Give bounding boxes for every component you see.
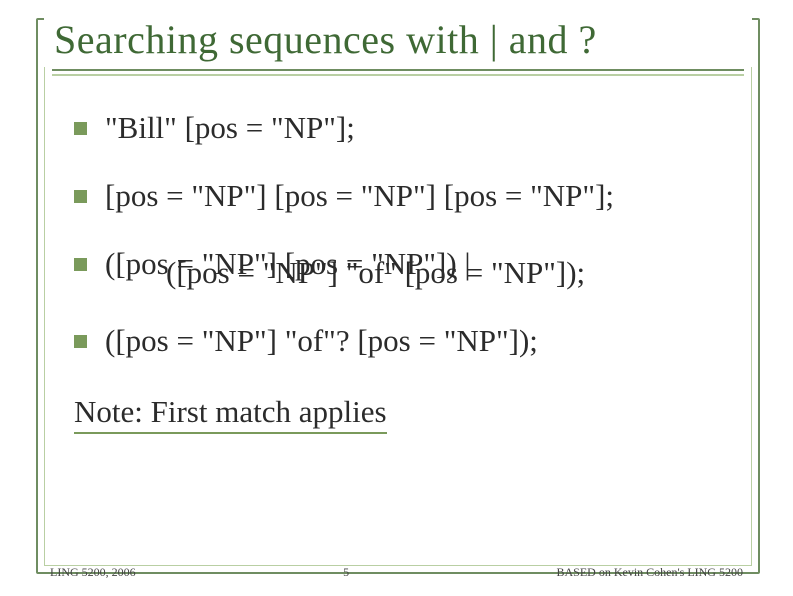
note-text: Note: First match applies <box>74 394 387 434</box>
slide-footer: LING 5200, 2006 5 BASED on Kevin Cohen's… <box>50 565 743 580</box>
footer-left: LING 5200, 2006 <box>50 565 136 580</box>
bullet-text: ([pos = "NP"] "of"? [pos = "NP"]); <box>105 322 538 360</box>
square-bullet-icon <box>74 190 87 203</box>
slide-frame: Searching sequences with | and ? "Bill" … <box>36 18 760 574</box>
bullet-item: ([pos = "NP"] "of"? [pos = "NP"]); <box>74 322 728 360</box>
title-underline <box>52 69 744 83</box>
bullet-item: "Bill" [pos = "NP"]; <box>74 109 728 147</box>
bullet-item: [pos = "NP"] [pos = "NP"] [pos = "NP"]; <box>74 177 728 215</box>
slide-content: "Bill" [pos = "NP"]; [pos = "NP"] [pos =… <box>38 83 758 360</box>
slide-title: Searching sequences with | and ? <box>44 10 752 67</box>
bullet-text: "Bill" [pos = "NP"]; <box>105 109 355 147</box>
square-bullet-icon <box>74 258 87 271</box>
footer-page-number: 5 <box>343 565 349 580</box>
square-bullet-icon <box>74 122 87 135</box>
footer-right: BASED on Kevin Cohen's LING 5200 <box>556 565 743 580</box>
bullet-continuation: ([pos = "NP"] "of" [pos = "NP"]); <box>74 254 728 292</box>
bullet-text: [pos = "NP"] [pos = "NP"] [pos = "NP"]; <box>105 177 614 215</box>
square-bullet-icon <box>74 335 87 348</box>
